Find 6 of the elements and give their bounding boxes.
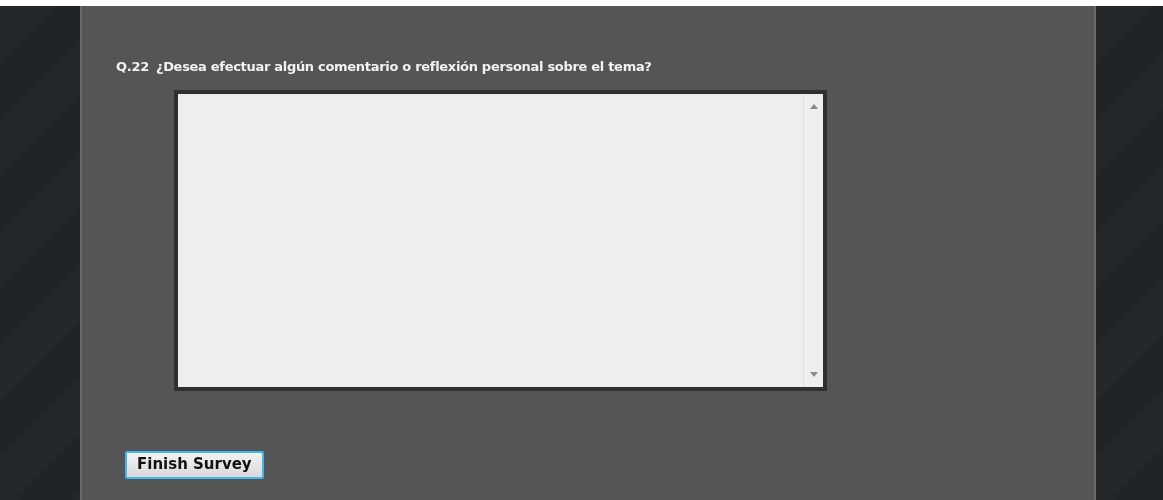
scroll-up-icon[interactable] [809, 103, 818, 109]
question-text: ¿Desea efectuar algún comentario o reflexión personal sobre el tema? [155, 58, 652, 76]
comment-field[interactable] [174, 89, 827, 391]
scroll-down-icon[interactable] [809, 371, 818, 377]
finish-survey-button[interactable]: Finish Survey [125, 450, 264, 479]
question-number: Q.22 [116, 58, 149, 76]
